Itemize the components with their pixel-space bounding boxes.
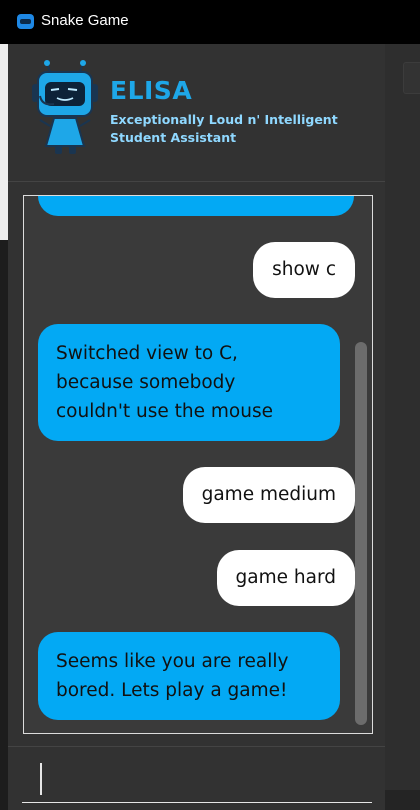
- bot-message-partial: [38, 196, 354, 216]
- window-title-bar[interactable]: Snake Game: [0, 0, 420, 44]
- message-input-area: [8, 746, 385, 810]
- background-right-footer: [385, 790, 420, 810]
- text-caret: [40, 763, 42, 795]
- robot-avatar-icon: [32, 60, 98, 154]
- bot-message-line: couldn't use the mouse: [56, 401, 273, 422]
- user-message-text: show c: [272, 259, 336, 280]
- user-message-text: game hard: [235, 567, 336, 588]
- chat-scrollbar-thumb[interactable]: [355, 342, 367, 725]
- user-message-text: game medium: [201, 484, 336, 505]
- background-window-edge-dark: [0, 240, 8, 810]
- chat-panel: ELISA Exceptionally Loud n' Intelligent …: [8, 44, 385, 810]
- bot-message-line: Seems like you are really: [56, 651, 289, 672]
- user-message: game hard: [216, 550, 355, 606]
- bot-message-line: Switched view to C,: [56, 343, 238, 364]
- bot-message: Seems like you are really bored. Lets pl…: [38, 632, 340, 720]
- bot-message-line: bored. Lets play a game!: [56, 680, 288, 701]
- window-title: Snake Game: [41, 12, 129, 29]
- assistant-name: ELISA: [110, 76, 193, 105]
- message-input[interactable]: [22, 757, 372, 803]
- background-right-control: [403, 62, 420, 94]
- assistant-subtitle: Exceptionally Loud n' Intelligent Studen…: [110, 111, 350, 147]
- assistant-subtitle-line-2: Student Assistant: [110, 130, 237, 145]
- chat-log[interactable]: show c Switched view to C, because someb…: [23, 195, 373, 734]
- user-message: show c: [253, 242, 355, 298]
- bot-message-line: because somebody: [56, 372, 236, 393]
- snake-game-app-icon: [17, 14, 34, 29]
- background-right-pane: [385, 44, 420, 810]
- bot-message: Switched view to C, because somebody cou…: [38, 324, 340, 441]
- user-message: game medium: [182, 467, 355, 523]
- assistant-header: ELISA Exceptionally Loud n' Intelligent …: [8, 44, 385, 182]
- assistant-subtitle-line-1: Exceptionally Loud n' Intelligent: [110, 112, 338, 127]
